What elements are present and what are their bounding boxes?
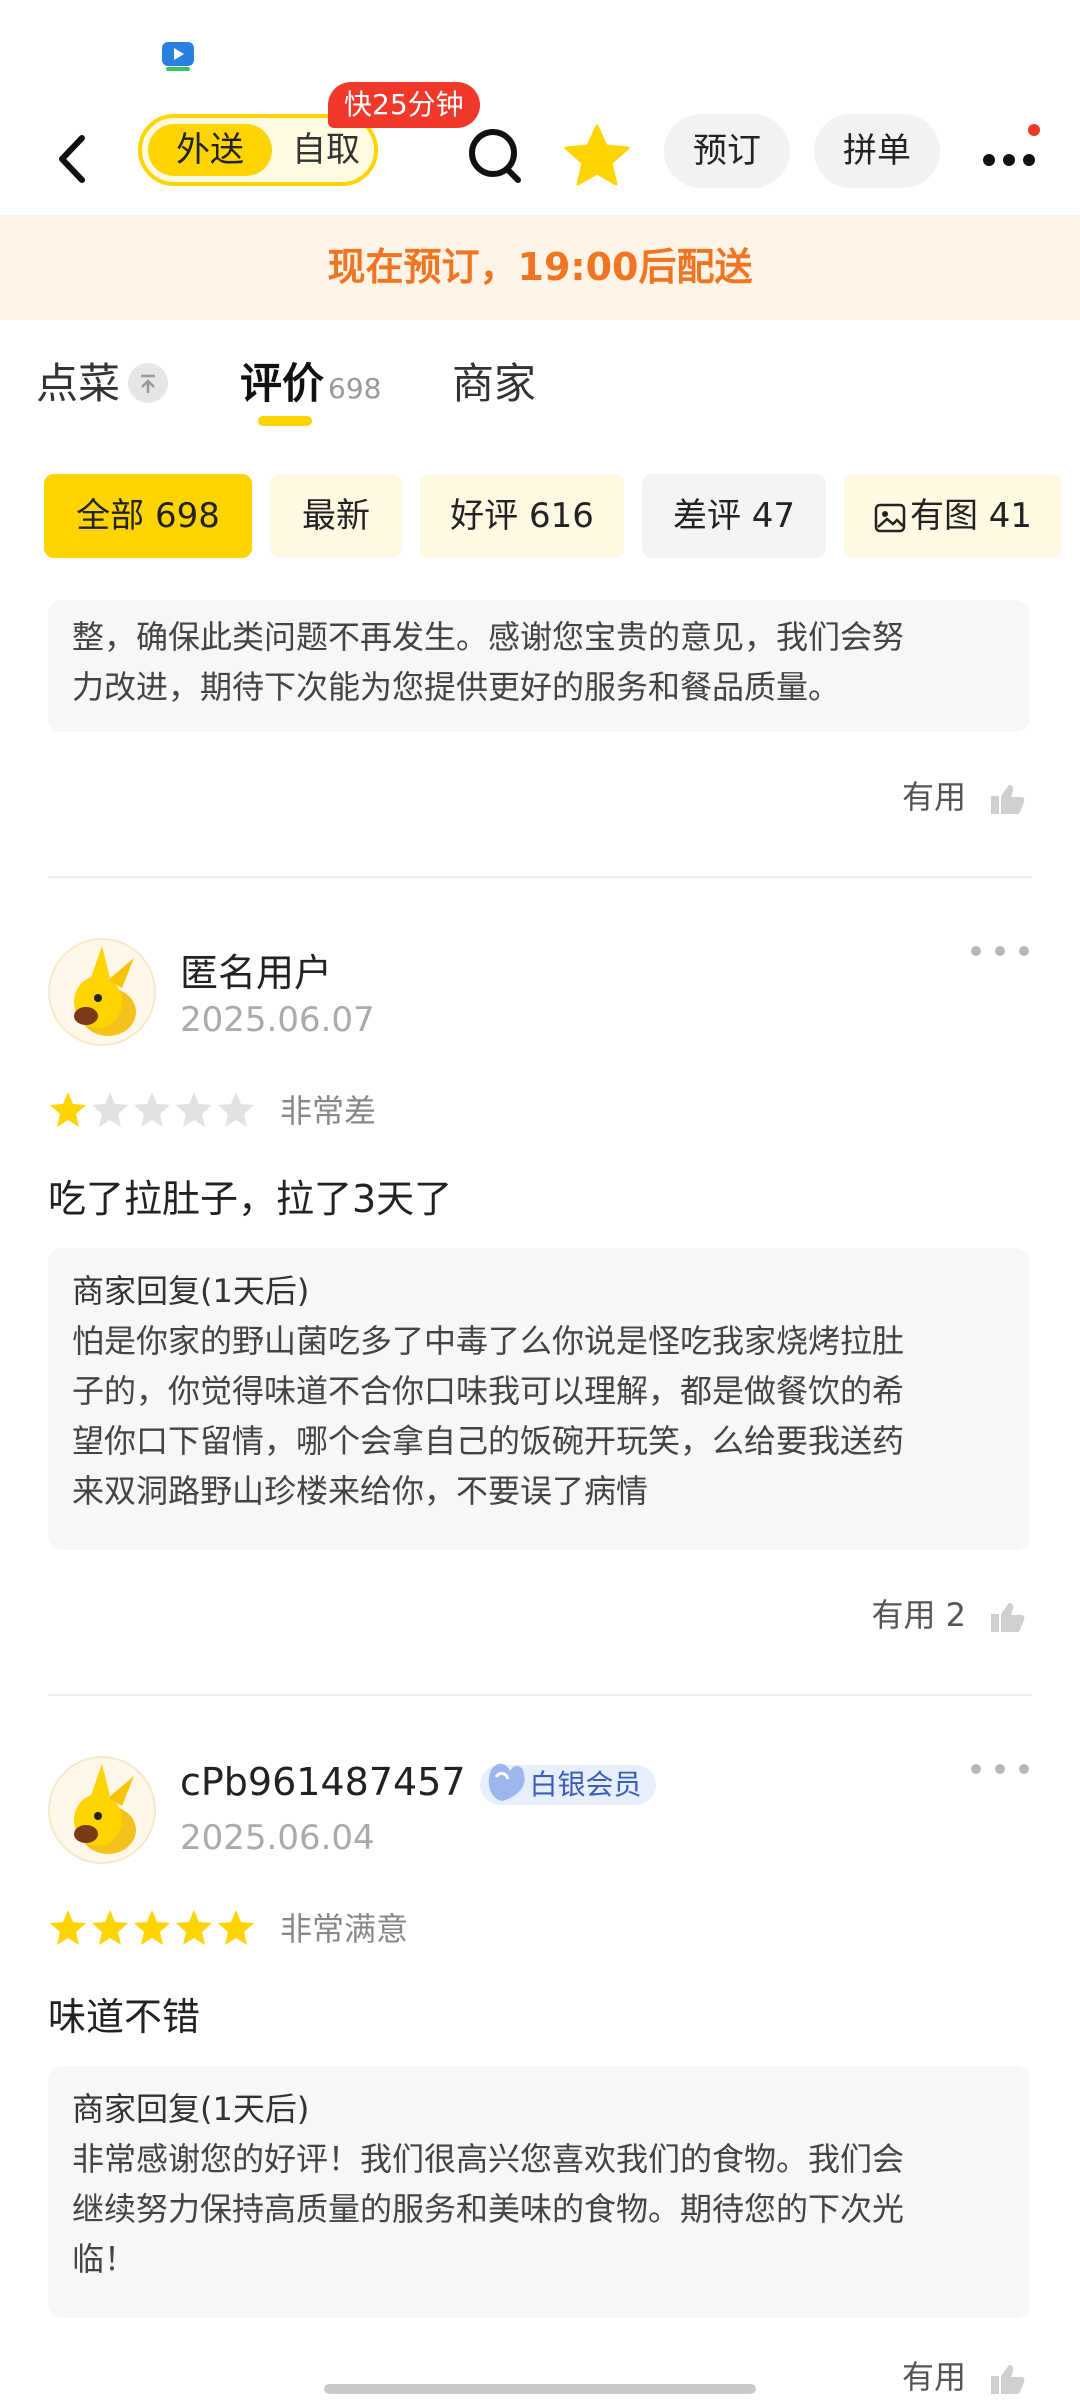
reply-text-line: 继续努力保持高质量的服务和美味的食物。期待您的下次光 [72,2190,905,2228]
reply-text-line: 怕是你家的野山菌吃多了中毒了么你说是怪吃我家烧烤拉肚 [72,1322,905,1360]
preorder-notice: 现在预订，19:00后配送 [0,215,1080,320]
review-date: 2025.06.04 [180,1818,375,1858]
store-tabs: 点菜 评价 698 商家 [0,320,1080,440]
review-filter-bar: 全部 698 最新 好评 616 差评 47 有图 41 [0,470,1080,560]
thumb-up-icon [991,2365,1025,2394]
useful-button[interactable]: 有用 [902,2352,1026,2398]
useful-label: 有用 [901,778,966,816]
star-empty-icon [218,1092,254,1127]
tab-reviews-label: 评价 [240,359,325,408]
group-order-button[interactable]: 拼单 [814,114,940,188]
delivery-mode-option[interactable]: 外送 [148,124,272,176]
tab-merchant[interactable]: 商家 [452,350,536,411]
member-badge-label: 白银会员 [529,1767,642,1801]
member-badge-icon [488,1763,525,1801]
tab-reviews[interactable]: 评价 698 [240,350,381,411]
review-more-button[interactable] [968,930,1032,976]
useful-button[interactable]: 有用 [902,772,1026,818]
home-indicator[interactable] [324,2384,756,2394]
previous-merchant-reply: 整，确保此类问题不再发生。感谢您宝贵的意见，我们会努 力改进，期待下次能为您提供… [48,600,1030,732]
star-empty-icon [176,1092,212,1127]
star-filled-icon [50,1092,86,1127]
filter-with-image-label: 有图 41 [909,496,1033,536]
rating-text: 非常差 [280,1092,377,1130]
filter-all-chip[interactable]: 全部 698 [44,474,252,558]
star-favorite-icon [564,124,630,186]
tab-reviews-count: 698 [328,372,382,405]
more-icon [971,1764,1029,1774]
more-button[interactable] [976,122,1046,192]
review-rating: 非常满意 [48,1904,408,1948]
filter-negative-chip[interactable]: 差评 47 [642,474,826,558]
review-username-row: cPb961487457 白银会员 [180,1760,656,1805]
review-content: 味道不错 [48,1995,201,2039]
reply-text-line: 力改进，期待下次能为您提供更好的服务和餐品质量。 [72,668,841,706]
review-username: cPb961487457 [180,1760,466,1804]
reply-text-line: 非常感谢您的好评！我们很高兴您喜欢我们的食物。我们会 [72,2140,905,2178]
image-icon [874,503,906,532]
star-empty-icon [92,1092,128,1127]
kangaroo-avatar-icon [74,1764,136,1854]
reply-text-line: 整，确保此类问题不再发生。感谢您宝贵的意见，我们会努 [72,618,905,656]
back-button[interactable] [44,124,104,194]
reply-text-line: 子的，你觉得味道不合你口味我可以理解，都是做餐饮的希 [72,1372,905,1410]
review-date: 2025.06.07 [180,1000,375,1040]
star-filled-icon [92,1910,128,1945]
pickup-mode-option[interactable]: 自取 [282,124,370,176]
merchant-reply-title: 商家回复(1天后) [72,1272,310,1310]
back-icon [59,135,85,183]
review-content: 吃了拉肚子，拉了3天了 [48,1177,453,1221]
thumb-up-icon [991,1603,1025,1632]
review-rating: 非常差 [48,1086,376,1130]
status-bar [0,0,1080,100]
notification-dot [1028,124,1040,136]
speed-badge: 快25分钟 [328,82,480,128]
more-icon [971,946,1029,956]
reply-text-line: 望你口下留情，哪个会拿自己的饭碗开玩笑，么给要我送药 [72,1422,905,1460]
review-more-button[interactable] [968,1748,1032,1794]
search-button[interactable] [460,120,530,190]
filter-with-image-chip[interactable]: 有图 41 [844,474,1062,558]
useful-button[interactable]: 有用 2 [871,1590,1026,1636]
star-filled-icon [176,1910,212,1945]
reply-text-line: 临！ [72,2240,137,2278]
star-filled-icon [50,1910,86,1945]
useful-label: 有用 [901,2358,966,2396]
tab-dishes-label: 点菜 [36,359,121,408]
pin-top-icon [128,362,169,403]
member-badge: 白银会员 [479,1763,656,1805]
review-username: 匿名用户 [180,951,333,995]
active-tab-indicator [258,416,312,426]
kangaroo-avatar-icon [74,946,136,1036]
top-navigation-bar: 外送 自取 快25分钟 预订 拼单 [0,82,1080,215]
reserve-button[interactable]: 预订 [664,114,790,188]
favorite-button[interactable] [562,120,632,190]
useful-label: 有用 2 [871,1596,966,1634]
review-divider [48,1694,1032,1696]
thumb-up-icon [991,785,1025,814]
star-empty-icon [134,1092,170,1127]
rating-text: 非常满意 [280,1910,409,1948]
reply-text-line: 来双洞路野山珍楼来给你，不要误了病情 [72,1472,649,1510]
filter-positive-chip[interactable]: 好评 616 [420,474,624,558]
merchant-reply: 商家回复(1天后) 怕是你家的野山菌吃多了中毒了么你说是怪吃我家烧烤拉肚 子的，… [48,1248,1030,1550]
avatar[interactable] [48,1756,156,1864]
search-icon [469,129,521,183]
merchant-reply-title: 商家回复(1天后) [72,2090,310,2128]
merchant-reply: 商家回复(1天后) 非常感谢您的好评！我们很高兴您喜欢我们的食物。我们会 继续努… [48,2066,1030,2318]
filter-latest-chip[interactable]: 最新 [270,474,402,558]
avatar[interactable] [48,938,156,1046]
app-logo-icon [162,42,194,71]
review-divider [48,876,1032,878]
star-filled-icon [218,1910,254,1945]
star-filled-icon [134,1910,170,1945]
tab-dishes[interactable]: 点菜 [36,350,169,411]
